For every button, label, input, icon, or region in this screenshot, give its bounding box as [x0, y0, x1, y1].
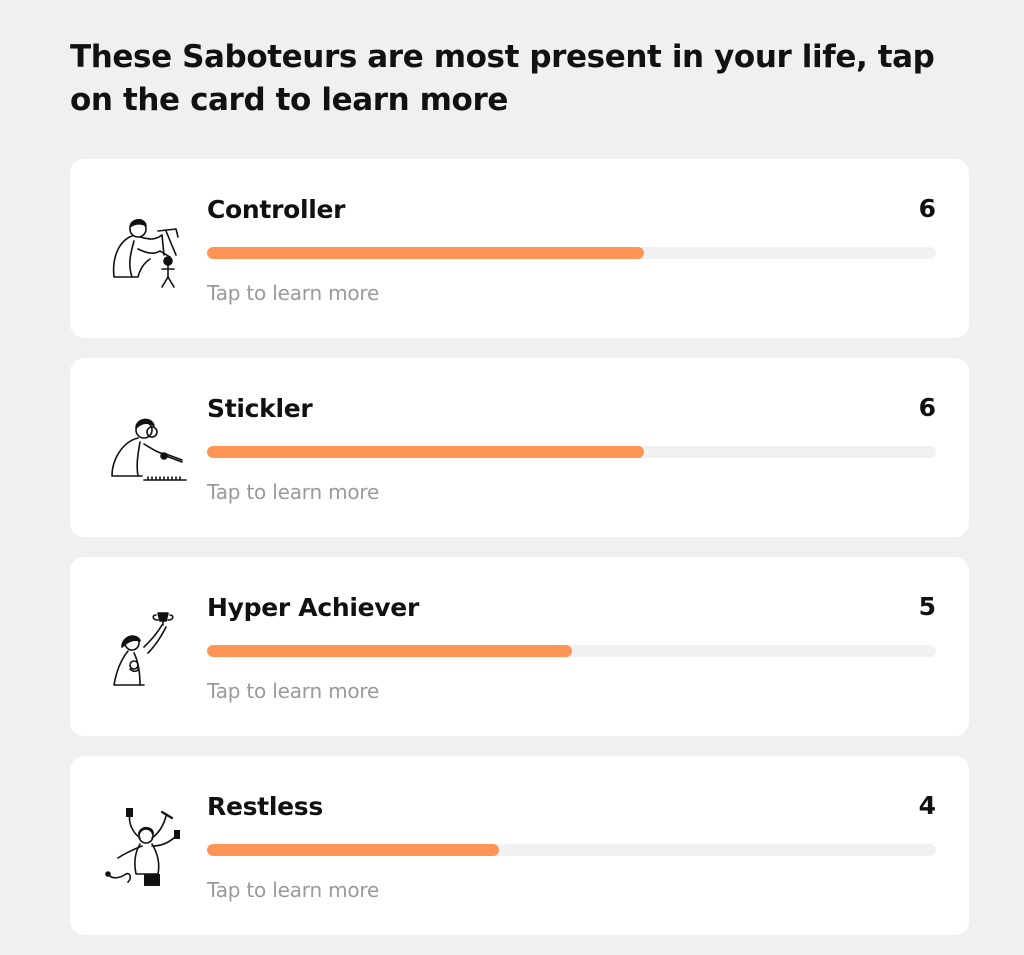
score-bar-track	[207, 844, 936, 856]
saboteur-score: 6	[918, 393, 936, 422]
saboteur-card-hyper-achiever[interactable]: Hyper Achiever 5 Tap to learn more	[70, 557, 969, 736]
saboteur-card-stickler[interactable]: Stickler 6 Tap to learn more	[70, 358, 969, 537]
controller-illustration-icon	[104, 211, 190, 291]
score-bar-fill	[207, 844, 499, 856]
restless-illustration-icon	[104, 808, 190, 888]
tap-to-learn-more-label: Tap to learn more	[207, 281, 380, 305]
saboteur-name: Controller	[207, 195, 346, 224]
score-bar-track	[207, 446, 936, 458]
saboteur-card-restless[interactable]: Restless 4 Tap to learn more	[70, 756, 969, 935]
score-bar-fill	[207, 446, 645, 458]
saboteur-score: 6	[918, 194, 936, 223]
saboteur-score: 4	[918, 791, 936, 820]
saboteur-name: Restless	[207, 792, 323, 821]
saboteur-card-controller[interactable]: Controller 6 Tap to learn more	[70, 159, 969, 338]
stickler-illustration-icon	[104, 410, 190, 490]
saboteur-card-list: Controller 6 Tap to learn more Stickler …	[70, 159, 969, 955]
page-heading: These Saboteurs are most present in your…	[70, 39, 935, 118]
tap-to-learn-more-label: Tap to learn more	[207, 878, 380, 902]
hyper-achiever-illustration-icon	[104, 609, 190, 689]
saboteur-name: Stickler	[207, 394, 313, 423]
tap-to-learn-more-label: Tap to learn more	[207, 679, 380, 703]
score-bar-track	[207, 645, 936, 657]
saboteur-score: 5	[918, 592, 936, 621]
score-bar-track	[207, 247, 936, 259]
saboteur-name: Hyper Achiever	[207, 593, 419, 622]
score-bar-fill	[207, 247, 645, 259]
tap-to-learn-more-label: Tap to learn more	[207, 480, 380, 504]
score-bar-fill	[207, 645, 572, 657]
